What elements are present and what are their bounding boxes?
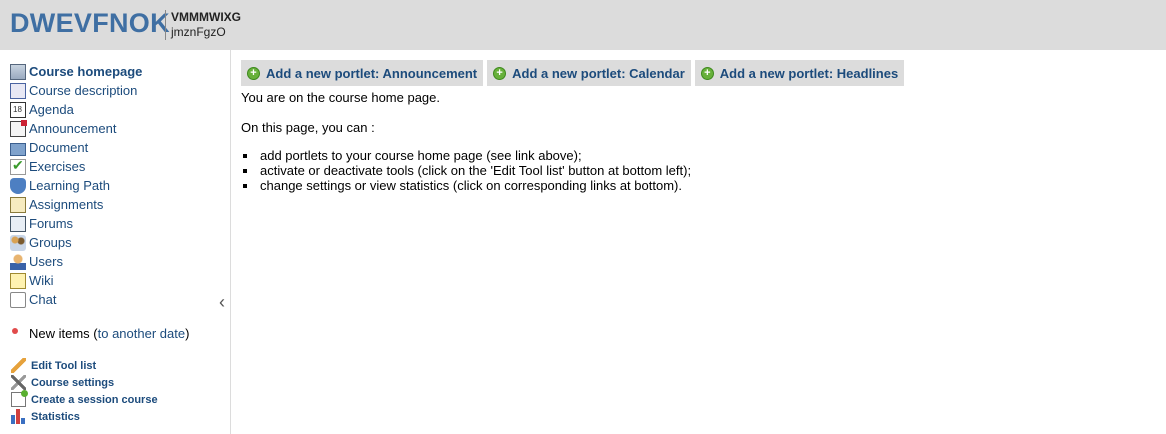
description-icon: [10, 82, 26, 99]
tool-list: Course homepage Course description Agend…: [10, 62, 142, 309]
add-calendar-portlet-button[interactable]: + Add a new portlet: Calendar: [487, 60, 691, 86]
course-settings-link[interactable]: Course settings: [11, 374, 158, 391]
user-icon: [10, 253, 26, 270]
on-page-heading: On this page, you can :: [241, 120, 375, 135]
list-item-text: add portlets to your course home page (s…: [260, 148, 582, 163]
sidebar-item-label: Document: [29, 140, 89, 155]
new-items-legend: New items (to another date): [12, 326, 189, 341]
sidebar-item-course-description[interactable]: Course description: [10, 81, 142, 100]
add-headlines-portlet-button[interactable]: + Add a new portlet: Headlines: [694, 60, 905, 86]
sidebar-item-label: Learning Path: [29, 178, 110, 193]
sidebar-item-label: Chat: [29, 292, 57, 307]
list-item: add portlets to your course home page (s…: [241, 148, 1141, 163]
wiki-icon: [10, 272, 26, 289]
sidebar-item-label: Exercises: [29, 159, 86, 174]
list-item-text: activate or deactivate tools (click on t…: [260, 163, 692, 178]
add-icon: +: [247, 66, 260, 80]
new-item-dot-icon: [12, 327, 18, 334]
admin-item-label: Edit Tool list: [31, 359, 97, 372]
another-date-link[interactable]: to another date: [98, 326, 185, 341]
admin-item-label: Course settings: [31, 376, 115, 389]
sidebar-item-exercises[interactable]: Exercises: [10, 157, 142, 176]
course-code[interactable]: DWEVFNOK: [10, 8, 170, 39]
button-label: Add a new portlet: Calendar: [512, 65, 685, 81]
sidebar-item-label: Assignments: [29, 197, 104, 212]
add-icon: +: [700, 66, 714, 80]
create-session-course-link[interactable]: Create a session course: [11, 390, 158, 408]
sidebar-item-chat[interactable]: Chat: [10, 290, 142, 309]
add-announcement-portlet-button[interactable]: + Add a new portlet: Announcement: [241, 60, 484, 86]
edit-tool-list-link[interactable]: Edit Tool list: [11, 357, 158, 374]
statistics-link[interactable]: Statistics: [11, 408, 158, 425]
course-title-block: VMMMWIXG jmznFgzO: [165, 10, 241, 40]
sidebar-item-learning-path[interactable]: Learning Path: [10, 176, 142, 195]
sidebar-item-label: Agenda: [29, 102, 74, 117]
folder-icon: [10, 142, 26, 156]
course-titular: jmznFgzO: [171, 25, 226, 39]
sidebar-item-label: Course description: [29, 83, 138, 98]
tools-icon: [11, 375, 26, 390]
sidebar-item-wiki[interactable]: Wiki: [10, 271, 142, 290]
intro-text: You are on the course home page.: [241, 90, 440, 105]
portlet-toolbar: + Add a new portlet: Announcement + Add …: [241, 60, 1141, 86]
main-content: + Add a new portlet: Announcement + Add …: [241, 60, 1141, 193]
chat-icon: [10, 291, 26, 308]
collapse-sidebar-icon[interactable]: ‹: [219, 293, 229, 311]
checkmark-icon: [10, 157, 26, 175]
sidebar-item-assignments[interactable]: Assignments: [10, 195, 142, 214]
sidebar-item-label: Users: [29, 254, 63, 269]
help-list: add portlets to your course home page (s…: [241, 148, 1141, 193]
admin-item-label: Create a session course: [31, 393, 158, 406]
bullet-icon: [243, 153, 247, 158]
new-items-suffix: ): [185, 326, 190, 341]
session-course-icon: [11, 390, 28, 407]
sidebar: Course homepage Course description Agend…: [0, 50, 231, 434]
forum-icon: [10, 215, 26, 232]
sidebar-item-label: Wiki: [29, 273, 54, 288]
calendar-icon: [10, 101, 26, 118]
sidebar-item-forums[interactable]: Forums: [10, 214, 142, 233]
admin-item-label: Statistics: [31, 410, 80, 423]
bullet-icon: [243, 183, 247, 188]
learning-path-icon: [10, 177, 26, 194]
course-admin-list: Edit Tool list Course settings Create a …: [11, 357, 158, 425]
sidebar-item-label: Forums: [29, 216, 74, 231]
list-item-text: change settings or view statistics (clic…: [260, 178, 682, 193]
list-item: change settings or view statistics (clic…: [241, 178, 1141, 193]
button-label: Add a new portlet: Announcement: [266, 65, 478, 81]
statistics-icon: [11, 409, 25, 424]
new-items-prefix: New items (: [29, 326, 98, 341]
sidebar-item-label: Groups: [29, 235, 72, 250]
pencil-icon: [11, 358, 26, 373]
sidebar-item-announcement[interactable]: Announcement: [10, 119, 142, 138]
groups-icon: [10, 234, 26, 251]
announcement-icon: [10, 119, 27, 137]
sidebar-item-users[interactable]: Users: [10, 252, 142, 271]
sidebar-item-document[interactable]: Document: [10, 138, 142, 157]
sidebar-item-label: Announcement: [29, 121, 117, 136]
add-icon: +: [493, 66, 507, 80]
sidebar-item-label: Course homepage: [29, 64, 143, 79]
home-icon: [10, 63, 26, 80]
sidebar-item-course-homepage[interactable]: Course homepage: [10, 62, 142, 81]
course-title: VMMMWIXG: [171, 10, 241, 24]
assignment-icon: [10, 196, 26, 213]
list-item: activate or deactivate tools (click on t…: [241, 163, 1141, 178]
sidebar-item-groups[interactable]: Groups: [10, 233, 142, 252]
course-header: DWEVFNOK VMMMWIXG jmznFgzO: [0, 0, 1166, 50]
bullet-icon: [243, 168, 247, 173]
button-label: Add a new portlet: Headlines: [719, 65, 899, 81]
sidebar-item-agenda[interactable]: Agenda: [10, 100, 142, 119]
